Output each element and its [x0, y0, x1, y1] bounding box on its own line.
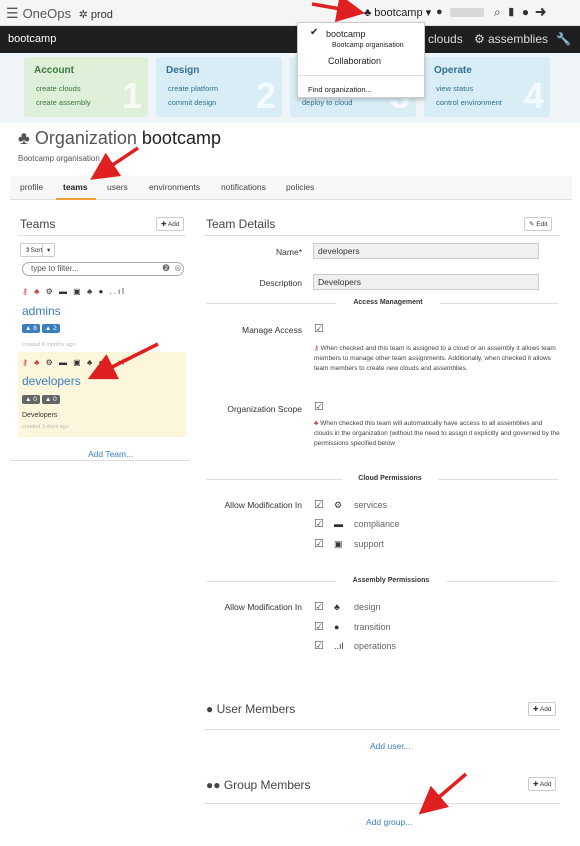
- arrow-teams-tab: [90, 146, 139, 180]
- arrow-org-selector: [311, 0, 365, 23]
- annotation-arrows: [87, 0, 468, 815]
- arrow-add-group: [418, 772, 468, 815]
- arrow-developers-team: [87, 342, 159, 380]
